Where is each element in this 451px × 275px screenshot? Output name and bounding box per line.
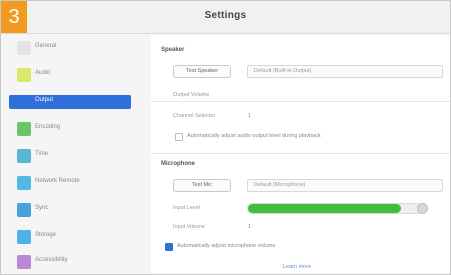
- sidebar-item-time[interactable]: Time: [9, 149, 131, 163]
- input-level-meter: [247, 203, 423, 214]
- clock-icon: [17, 149, 31, 163]
- output-icon: [17, 95, 31, 109]
- encoding-icon: [17, 122, 31, 136]
- settings-sidebar: General Audio Output Encoding Time Netwo…: [9, 41, 134, 269]
- sidebar-item-label: General: [35, 43, 57, 49]
- sidebar-item-label: Time: [35, 151, 49, 157]
- sidebar-item-label: Sync: [35, 205, 49, 211]
- speaker-device-value: Default (Built-in Output): [254, 68, 312, 74]
- sidebar-item-label: Accessibility: [35, 257, 68, 263]
- gear-icon: [17, 41, 31, 55]
- sidebar-item-label: Audio: [35, 70, 51, 76]
- sidebar-item-output[interactable]: Output: [9, 95, 131, 109]
- input-level-slider-thumb[interactable]: [417, 203, 428, 214]
- speaker-device-select[interactable]: Default (Built-in Output): [247, 65, 443, 78]
- storage-icon: [17, 230, 31, 244]
- auto-adjust-output-label: Automatically adjust audio output level …: [187, 133, 321, 139]
- test-mic-button[interactable]: Test Mic: [173, 179, 231, 192]
- sidebar-item-label: Output: [35, 97, 54, 103]
- auto-adjust-mic-checkbox[interactable]: [165, 243, 173, 251]
- channel-selector-label: Channel Selector: [173, 113, 216, 119]
- sync-icon: [17, 203, 31, 217]
- accessibility-icon: [17, 255, 31, 269]
- mic-device-select[interactable]: Default (Microphone): [247, 179, 443, 192]
- input-level-label: Input Level: [173, 205, 200, 211]
- sidebar-item-audio[interactable]: Audio: [9, 68, 131, 82]
- network-icon: [17, 176, 31, 190]
- learn-more-link[interactable]: Learn more: [283, 264, 311, 270]
- test-speaker-button[interactable]: Test Speaker: [173, 65, 231, 78]
- speaker-section-title: Speaker: [161, 47, 185, 53]
- section-divider: [151, 153, 450, 154]
- sidebar-item-storage[interactable]: Storage: [9, 230, 131, 244]
- sidebar-item-sync[interactable]: Sync: [9, 203, 131, 217]
- sidebar-item-encoding[interactable]: Encoding: [9, 122, 131, 136]
- settings-window: 3 Settings General Audio Output Encoding…: [0, 0, 451, 275]
- settings-content: Speaker Test Speaker Default (Built-in O…: [151, 35, 450, 273]
- audio-icon: [17, 68, 31, 82]
- input-volume-label: Input Volume: [173, 224, 206, 230]
- input-level-fill: [248, 204, 402, 213]
- row-divider: [151, 101, 450, 102]
- sidebar-item-label: Storage: [35, 232, 57, 238]
- channel-selector-value[interactable]: 1: [248, 113, 251, 119]
- sidebar-item-network-remote[interactable]: Network Remote: [9, 176, 131, 190]
- input-volume-value[interactable]: 1: [248, 224, 251, 230]
- output-volume-label: Output Volume: [173, 92, 210, 98]
- title-bar: 3 Settings: [1, 1, 450, 34]
- sidebar-item-accessibility[interactable]: Accessibility: [9, 255, 131, 269]
- auto-adjust-mic-label: Automatically adjust microphone volume: [177, 243, 276, 249]
- auto-adjust-output-checkbox[interactable]: [175, 133, 183, 141]
- sidebar-item-label: Encoding: [35, 124, 61, 130]
- mic-device-value: Default (Microphone): [254, 182, 306, 188]
- microphone-section-title: Microphone: [161, 161, 195, 167]
- sidebar-item-general[interactable]: General: [9, 41, 131, 55]
- sidebar-item-label: Network Remote: [35, 178, 80, 184]
- window-title: Settings: [204, 10, 247, 21]
